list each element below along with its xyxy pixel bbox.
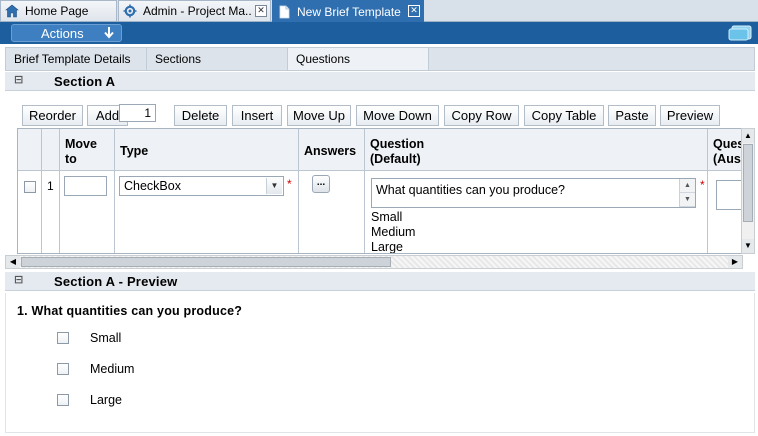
copy-row-button[interactable]: Copy Row [444, 105, 519, 126]
question-default-cell: What quantities can you produce? ▲ ▼ * S… [365, 171, 708, 254]
section-title: Section A [54, 74, 116, 89]
actions-label: Actions [41, 25, 84, 41]
scroll-down-icon[interactable]: ▼ [742, 239, 754, 253]
column-header-type: Type [115, 129, 299, 171]
reorder-button[interactable]: Reorder [22, 105, 83, 126]
row-count-input[interactable]: 1 [119, 104, 156, 122]
row-number-header [42, 129, 60, 171]
scroll-down-icon[interactable]: ▼ [680, 193, 695, 207]
scroll-up-icon[interactable]: ▲ [742, 129, 754, 143]
answers-button[interactable]: ... [312, 175, 330, 193]
preview-option-checkbox[interactable] [57, 363, 69, 375]
section-header: ⊟ Section A [5, 72, 755, 91]
textarea-scrollbar[interactable]: ▲ ▼ [679, 179, 695, 207]
grid-vertical-scrollbar[interactable]: ▲ ▼ [741, 128, 755, 254]
scroll-thumb[interactable] [743, 144, 753, 222]
column-header-question-aus-line1: Ques [713, 137, 742, 151]
scroll-thumb[interactable] [21, 257, 391, 267]
tab-home-page[interactable]: Home Page [0, 0, 117, 21]
move-down-button[interactable]: Move Down [356, 105, 439, 126]
table-row-select-cell [18, 171, 42, 253]
question-aus-cell [708, 171, 741, 253]
home-icon [5, 4, 19, 18]
content-tabs: Brief Template Details Sections Question… [5, 47, 755, 71]
answer-line: Large [371, 240, 403, 254]
tab-sections[interactable]: Sections [147, 48, 288, 70]
required-marker: * [700, 178, 705, 192]
move-up-button[interactable]: Move Up [287, 105, 351, 126]
column-header-answers: Answers [299, 129, 365, 171]
preview-option-label: Large [90, 393, 122, 407]
select-all-header [18, 129, 42, 171]
question-aus-input[interactable] [716, 180, 741, 210]
preview-option-checkbox[interactable] [57, 332, 69, 344]
move-to-cell [60, 171, 115, 253]
type-select[interactable]: CheckBox ▼ [119, 176, 284, 196]
column-header-type-label: Type [120, 144, 149, 158]
type-cell: CheckBox ▼ * [115, 171, 299, 253]
preview-option-checkbox[interactable] [57, 394, 69, 406]
preview-title: Section A - Preview [54, 274, 178, 289]
row-number-cell: 1 [42, 171, 60, 253]
question-text: What quantities can you produce? [376, 183, 566, 197]
tab-questions-label: Questions [296, 52, 351, 66]
column-header-question-default-line2: (Default) [370, 152, 421, 166]
answer-line: Small [371, 210, 403, 224]
scroll-left-icon[interactable]: ◀ [6, 256, 20, 268]
arrow-down-icon [104, 27, 114, 39]
question-textarea[interactable]: What quantities can you produce? ▲ ▼ [371, 178, 696, 208]
tab-questions[interactable]: Questions [288, 48, 429, 70]
questions-grid: Move to Type Answers Question (Default) … [17, 128, 742, 254]
tab-new-brief-template[interactable]: New Brief Template ✕ [272, 0, 424, 22]
move-to-input[interactable] [64, 176, 107, 196]
column-header-question-aus-line2: (Aus [713, 152, 741, 166]
grid-horizontal-scrollbar[interactable]: ◀ ▶ [5, 255, 743, 269]
column-header-move-to-line1: Move [65, 137, 97, 151]
preview-button[interactable]: Preview [660, 105, 720, 126]
answers-cell: ... [299, 171, 365, 253]
column-header-move-to-line2: to [65, 152, 77, 166]
row-checkbox[interactable] [24, 181, 36, 193]
column-header-answers-label: Answers [304, 144, 357, 158]
answer-line: Medium [371, 225, 416, 239]
document-icon [279, 5, 290, 18]
scroll-up-icon[interactable]: ▲ [680, 179, 695, 193]
tab-brief-template-details-label: Brief Template Details [14, 52, 131, 66]
scroll-right-icon[interactable]: ▶ [728, 256, 742, 268]
tab-new-brief-label: New Brief Template [297, 4, 401, 19]
tab-admin-close-icon[interactable]: ✕ [255, 5, 267, 17]
tab-home-page-label: Home Page [25, 4, 89, 18]
gear-icon [123, 4, 137, 18]
chevron-down-icon: ▼ [266, 178, 282, 194]
window-tab-strip: Home Page Admin - Project Ma.. ✕ New Bri… [0, 0, 758, 22]
copy-table-button[interactable]: Copy Table [524, 105, 604, 126]
tab-admin-project-label: Admin - Project Ma.. [143, 4, 252, 18]
preview-option-label: Medium [90, 362, 135, 376]
preview-option-label: Small [90, 331, 122, 345]
tab-admin-project[interactable]: Admin - Project Ma.. ✕ [118, 0, 271, 21]
tab-new-brief-close-icon[interactable]: ✕ [408, 5, 420, 17]
column-header-question-default-line1: Question [370, 137, 425, 151]
delete-button[interactable]: Delete [174, 105, 227, 126]
actions-button[interactable]: Actions [11, 24, 122, 42]
paste-button[interactable]: Paste [608, 105, 656, 126]
column-header-move-to: Move to [60, 129, 115, 171]
tab-sections-label: Sections [155, 52, 202, 66]
column-header-question-default: Question (Default) [365, 129, 708, 171]
collapse-icon[interactable]: ⊟ [14, 274, 24, 285]
insert-button[interactable]: Insert [232, 105, 282, 126]
preview-panel: 1. What quantities can you produce? Smal… [5, 293, 755, 433]
column-header-question-aus: Ques (Aus [708, 129, 742, 171]
preview-question: 1. What quantities can you produce? [17, 304, 243, 318]
preview-header: ⊟ Section A - Preview [5, 272, 755, 291]
required-marker: * [287, 177, 292, 191]
tab-brief-template-details[interactable]: Brief Template Details [6, 48, 147, 70]
collapse-icon[interactable]: ⊟ [14, 74, 24, 85]
row-number: 1 [47, 179, 54, 193]
type-select-value: CheckBox [124, 179, 181, 193]
panel-toggle-icon[interactable] [728, 25, 752, 41]
actions-bar: Actions [0, 22, 758, 44]
